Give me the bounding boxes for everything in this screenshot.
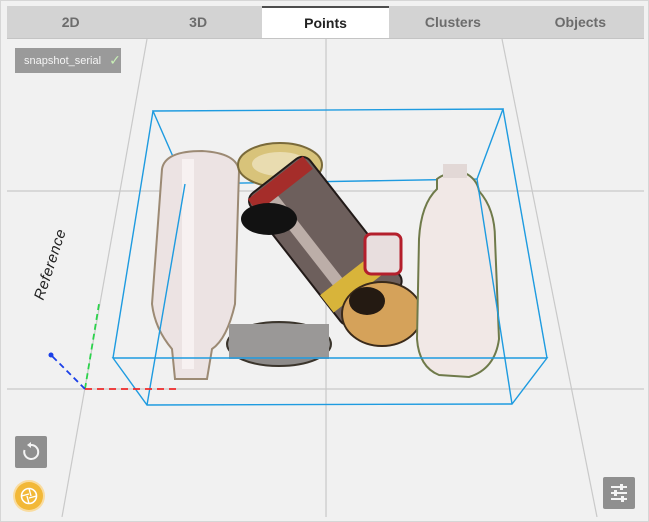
points-viewer: 2D 3D Points Clusters Objects snapshot_s… (0, 0, 649, 522)
point-cloud-viewport[interactable] (7, 39, 644, 517)
view-settings-button[interactable] (603, 477, 635, 509)
rotate-ccw-icon (23, 442, 40, 460)
tab-objects[interactable]: Objects (517, 6, 644, 38)
sliders-icon (611, 484, 627, 502)
point-cloud-canvas (7, 39, 644, 517)
check-icon: ✓ (109, 52, 121, 68)
view-tabs: 2D 3D Points Clusters Objects (7, 6, 644, 39)
snapshot-serial-chip: snapshot_serial ✓ (15, 48, 121, 73)
tab-clusters[interactable]: Clusters (389, 6, 516, 38)
capture-snapshot-button[interactable] (15, 482, 43, 510)
tab-points[interactable]: Points (261, 6, 390, 38)
tab-3d[interactable]: 3D (134, 6, 261, 38)
snapshot-serial-label: snapshot_serial (24, 54, 102, 67)
tab-2d[interactable]: 2D (7, 6, 134, 38)
aperture-icon (20, 487, 38, 505)
reset-view-button[interactable] (15, 436, 47, 468)
